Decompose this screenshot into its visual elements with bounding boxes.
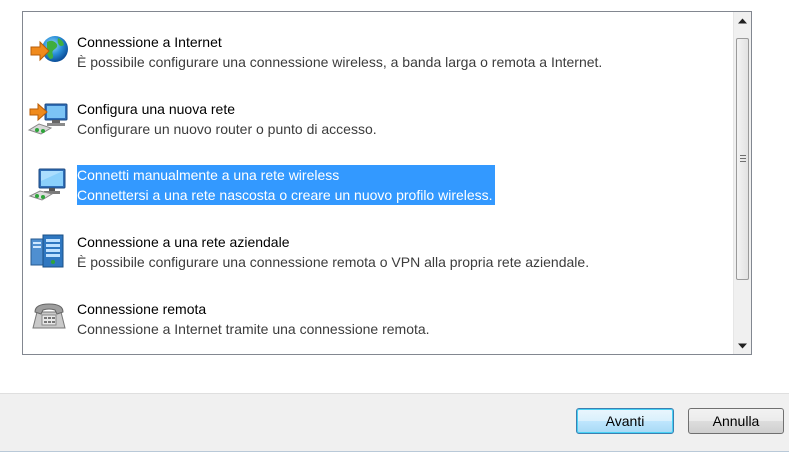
option-internet-connection[interactable]: Connessione a Internet È possibile confi… [23,27,733,71]
connection-options-list[interactable]: Connessione a Internet È possibile confi… [22,11,752,355]
dialup-phone-icon [27,300,71,336]
globe-arrow-icon [27,33,71,69]
option-description: Connettersi a una rete nascosta o creare… [77,185,495,205]
scroll-up-arrow-icon [738,18,747,23]
option-new-network-text: Configura una nuova rete Configurare un … [77,99,377,139]
option-title: Connessione remota [77,301,207,317]
next-button[interactable]: Avanti [576,408,674,434]
vertical-scrollbar[interactable] [733,12,751,354]
network-arrow-icon [27,100,71,136]
option-manual-wireless[interactable]: Connetti manualmente a una rete wireless… [23,160,733,205]
scroll-down-button[interactable] [734,337,751,354]
option-workplace[interactable]: Connessione a una rete aziendale È possi… [23,227,733,271]
button-bar: Avanti Annulla [0,393,789,452]
option-title: Connessione a Internet [77,34,222,50]
option-title: Configura una nuova rete [77,101,235,117]
option-dialup-text: Connessione remota Connessione a Interne… [77,299,430,339]
scroll-thumb[interactable] [736,38,749,280]
scroll-down-arrow-icon [738,343,747,348]
option-workplace-text: Connessione a una rete aziendale È possi… [77,232,589,272]
connection-wizard: Connessione a Internet È possibile confi… [0,0,789,452]
workplace-server-icon [27,233,71,269]
option-description: È possibile configurare una connessione … [77,254,590,270]
option-dialup[interactable]: Connessione remota Connessione a Interne… [23,294,733,338]
option-new-network[interactable]: Configura una nuova rete Configurare un … [23,94,733,138]
option-title: Connessione a una rete aziendale [77,234,290,250]
scroll-grip-icon [740,155,746,162]
option-title: Connetti manualmente a una rete wireless [77,165,495,185]
scroll-up-button[interactable] [734,12,751,29]
option-internet-text: Connessione a Internet È possibile confi… [77,32,602,72]
option-description: È possibile configurare una connessione … [77,54,603,70]
option-manual-wireless-text: Connetti manualmente a una rete wireless… [77,165,495,205]
wireless-computer-icon [27,166,71,202]
option-description: Connessione a Internet tramite una conne… [77,321,430,337]
option-description: Configurare un nuovo router o punto di a… [77,121,377,137]
connection-options-items: Connessione a Internet È possibile confi… [23,12,733,354]
cancel-button[interactable]: Annulla [688,408,784,434]
